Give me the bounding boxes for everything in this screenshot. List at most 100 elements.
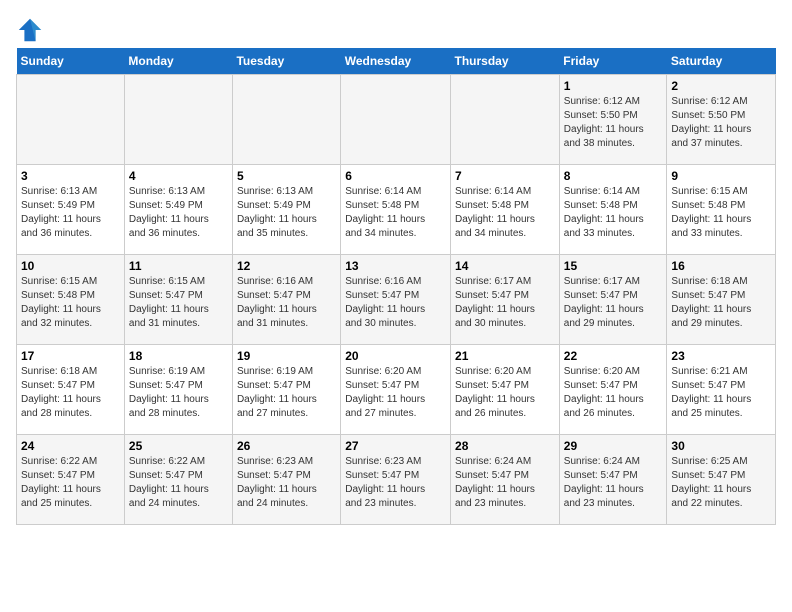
calendar-cell: 5 Sunrise: 6:13 AM Sunset: 5:49 PM Daylig… (232, 165, 340, 255)
day-number: 18 (129, 349, 228, 363)
calendar-cell: 19 Sunrise: 6:19 AM Sunset: 5:47 PM Dayli… (232, 345, 340, 435)
day-number: 30 (671, 439, 771, 453)
day-info: Sunrise: 6:15 AM Sunset: 5:48 PM Dayligh… (671, 185, 771, 241)
day-info: Sunrise: 6:22 AM Sunset: 5:47 PM Dayligh… (129, 455, 228, 511)
day-number: 27 (345, 439, 446, 453)
page-header (16, 16, 776, 44)
day-number: 24 (21, 439, 120, 453)
day-info: Sunrise: 6:14 AM Sunset: 5:48 PM Dayligh… (564, 185, 663, 241)
calendar-cell: 12Sunrise: 6:16 AM Sunset: 5:47 PM Dayli… (232, 255, 340, 345)
logo-icon (16, 16, 44, 44)
calendar-cell: 14 Sunrise: 6:17 AM Sunset: 5:47 PM Dayli… (451, 255, 560, 345)
day-number: 4 (129, 169, 228, 183)
calendar-cell: 16 Sunrise: 6:18 AM Sunset: 5:47 PM Dayli… (667, 255, 776, 345)
logo (16, 16, 48, 44)
day-info: Sunrise: 6:20 AM Sunset: 5:47 PM Dayligh… (345, 365, 446, 421)
day-info: Sunrise: 6:15 AM Sunset: 5:47 PM Dayligh… (129, 275, 228, 331)
day-number: 11 (129, 259, 228, 273)
calendar-cell: 22 Sunrise: 6:20 AM Sunset: 5:47 PM Dayli… (559, 345, 667, 435)
calendar-cell: 6 Sunrise: 6:14 AM Sunset: 5:48 PM Daylig… (341, 165, 451, 255)
day-number: 26 (237, 439, 336, 453)
calendar-cell (341, 75, 451, 165)
weekday-header: Tuesday (232, 48, 340, 75)
calendar-cell: 2Sunrise: 6:12 AM Sunset: 5:50 PM Daylig… (667, 75, 776, 165)
day-number: 8 (564, 169, 663, 183)
day-info: Sunrise: 6:12 AM Sunset: 5:50 PM Dayligh… (564, 95, 663, 151)
calendar-cell: 29 Sunrise: 6:24 AM Sunset: 5:47 PM Dayli… (559, 435, 667, 525)
day-number: 1 (564, 79, 663, 93)
day-info: Sunrise: 6:18 AM Sunset: 5:47 PM Dayligh… (671, 275, 771, 331)
calendar-cell: 15 Sunrise: 6:17 AM Sunset: 5:47 PM Dayli… (559, 255, 667, 345)
day-number: 23 (671, 349, 771, 363)
calendar-cell: 20 Sunrise: 6:20 AM Sunset: 5:47 PM Dayli… (341, 345, 451, 435)
calendar-cell: 8 Sunrise: 6:14 AM Sunset: 5:48 PM Daylig… (559, 165, 667, 255)
calendar-cell (17, 75, 125, 165)
calendar-cell: 3 Sunrise: 6:13 AM Sunset: 5:49 PM Daylig… (17, 165, 125, 255)
day-info: Sunrise: 6:18 AM Sunset: 5:47 PM Dayligh… (21, 365, 120, 421)
calendar-cell: 1 Sunrise: 6:12 AM Sunset: 5:50 PM Daylig… (559, 75, 667, 165)
day-info: Sunrise: 6:24 AM Sunset: 5:47 PM Dayligh… (564, 455, 663, 511)
day-number: 5 (237, 169, 336, 183)
calendar-cell: 24 Sunrise: 6:22 AM Sunset: 5:47 PM Dayli… (17, 435, 125, 525)
day-info: Sunrise: 6:20 AM Sunset: 5:47 PM Dayligh… (564, 365, 663, 421)
calendar-cell: 23Sunrise: 6:21 AM Sunset: 5:47 PM Dayli… (667, 345, 776, 435)
calendar-cell (451, 75, 560, 165)
calendar-cell: 13Sunrise: 6:16 AM Sunset: 5:47 PM Dayli… (341, 255, 451, 345)
calendar-cell: 30Sunrise: 6:25 AM Sunset: 5:47 PM Dayli… (667, 435, 776, 525)
weekday-header: Monday (124, 48, 232, 75)
day-number: 28 (455, 439, 555, 453)
day-number: 7 (455, 169, 555, 183)
day-info: Sunrise: 6:24 AM Sunset: 5:47 PM Dayligh… (455, 455, 555, 511)
calendar-week-row: 17 Sunrise: 6:18 AM Sunset: 5:47 PM Dayli… (17, 345, 776, 435)
calendar-header: SundayMondayTuesdayWednesdayThursdayFrid… (17, 48, 776, 75)
calendar-cell: 10Sunrise: 6:15 AM Sunset: 5:48 PM Dayli… (17, 255, 125, 345)
day-number: 22 (564, 349, 663, 363)
day-info: Sunrise: 6:15 AM Sunset: 5:48 PM Dayligh… (21, 275, 120, 331)
day-info: Sunrise: 6:19 AM Sunset: 5:47 PM Dayligh… (237, 365, 336, 421)
calendar-week-row: 3 Sunrise: 6:13 AM Sunset: 5:49 PM Daylig… (17, 165, 776, 255)
day-number: 29 (564, 439, 663, 453)
day-number: 20 (345, 349, 446, 363)
calendar-cell: 27 Sunrise: 6:23 AM Sunset: 5:47 PM Dayli… (341, 435, 451, 525)
day-info: Sunrise: 6:13 AM Sunset: 5:49 PM Dayligh… (21, 185, 120, 241)
weekday-header: Wednesday (341, 48, 451, 75)
day-info: Sunrise: 6:23 AM Sunset: 5:47 PM Dayligh… (237, 455, 336, 511)
day-info: Sunrise: 6:14 AM Sunset: 5:48 PM Dayligh… (345, 185, 446, 241)
day-number: 25 (129, 439, 228, 453)
day-number: 3 (21, 169, 120, 183)
calendar-cell (124, 75, 232, 165)
weekday-header: Friday (559, 48, 667, 75)
calendar-cell: 9 Sunrise: 6:15 AM Sunset: 5:48 PM Daylig… (667, 165, 776, 255)
calendar-cell: 11 Sunrise: 6:15 AM Sunset: 5:47 PM Dayli… (124, 255, 232, 345)
day-info: Sunrise: 6:13 AM Sunset: 5:49 PM Dayligh… (129, 185, 228, 241)
day-number: 21 (455, 349, 555, 363)
calendar-cell: 4 Sunrise: 6:13 AM Sunset: 5:49 PM Daylig… (124, 165, 232, 255)
day-number: 6 (345, 169, 446, 183)
day-info: Sunrise: 6:16 AM Sunset: 5:47 PM Dayligh… (237, 275, 336, 331)
day-number: 9 (671, 169, 771, 183)
day-number: 17 (21, 349, 120, 363)
calendar-cell: 25 Sunrise: 6:22 AM Sunset: 5:47 PM Dayli… (124, 435, 232, 525)
day-info: Sunrise: 6:13 AM Sunset: 5:49 PM Dayligh… (237, 185, 336, 241)
day-info: Sunrise: 6:19 AM Sunset: 5:47 PM Dayligh… (129, 365, 228, 421)
day-number: 19 (237, 349, 336, 363)
day-number: 16 (671, 259, 771, 273)
calendar-body: 1 Sunrise: 6:12 AM Sunset: 5:50 PM Daylig… (17, 75, 776, 525)
calendar-week-row: 24 Sunrise: 6:22 AM Sunset: 5:47 PM Dayli… (17, 435, 776, 525)
calendar-cell (232, 75, 340, 165)
day-number: 14 (455, 259, 555, 273)
calendar-table: SundayMondayTuesdayWednesdayThursdayFrid… (16, 48, 776, 525)
day-info: Sunrise: 6:22 AM Sunset: 5:47 PM Dayligh… (21, 455, 120, 511)
calendar-cell: 26 Sunrise: 6:23 AM Sunset: 5:47 PM Dayli… (232, 435, 340, 525)
calendar-cell: 18 Sunrise: 6:19 AM Sunset: 5:47 PM Dayli… (124, 345, 232, 435)
day-info: Sunrise: 6:17 AM Sunset: 5:47 PM Dayligh… (564, 275, 663, 331)
weekday-header: Saturday (667, 48, 776, 75)
calendar-week-row: 10Sunrise: 6:15 AM Sunset: 5:48 PM Dayli… (17, 255, 776, 345)
day-info: Sunrise: 6:17 AM Sunset: 5:47 PM Dayligh… (455, 275, 555, 331)
day-info: Sunrise: 6:16 AM Sunset: 5:47 PM Dayligh… (345, 275, 446, 331)
day-info: Sunrise: 6:23 AM Sunset: 5:47 PM Dayligh… (345, 455, 446, 511)
calendar-cell: 17 Sunrise: 6:18 AM Sunset: 5:47 PM Dayli… (17, 345, 125, 435)
day-number: 15 (564, 259, 663, 273)
calendar-cell: 28 Sunrise: 6:24 AM Sunset: 5:47 PM Dayli… (451, 435, 560, 525)
day-info: Sunrise: 6:14 AM Sunset: 5:48 PM Dayligh… (455, 185, 555, 241)
